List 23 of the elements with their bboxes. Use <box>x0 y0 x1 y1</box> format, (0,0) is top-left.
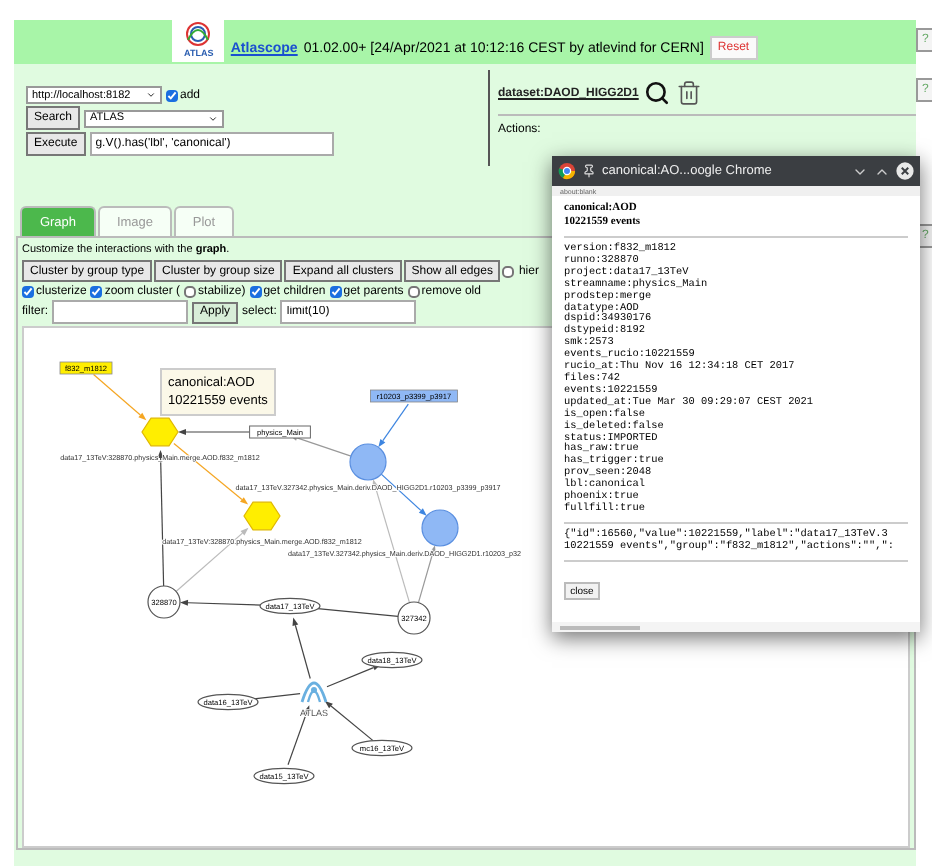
checkbox[interactable] <box>249 286 262 298</box>
edge-arrow <box>378 403 409 448</box>
hexagon-node[interactable] <box>243 501 281 531</box>
dataset-node[interactable] <box>349 443 387 481</box>
close-icon[interactable] <box>896 162 914 180</box>
checkbox[interactable] <box>90 286 103 298</box>
checkbox[interactable] <box>407 286 420 298</box>
edge-arrow <box>92 373 147 421</box>
search-icon[interactable] <box>644 80 671 106</box>
edge-arrow <box>324 700 374 741</box>
atlas-logo-icon <box>184 20 213 48</box>
checkbox[interactable] <box>329 286 342 298</box>
scrollbar[interactable] <box>552 622 920 632</box>
browser-logo-icon <box>558 162 576 180</box>
trash-icon[interactable] <box>676 80 703 106</box>
hexagon-node[interactable] <box>141 417 179 447</box>
checkbox[interactable] <box>166 89 178 101</box>
dataset-node[interactable] <box>421 509 459 547</box>
checkbox[interactable] <box>184 286 197 298</box>
pin-icon[interactable] <box>582 164 596 178</box>
checkbox[interactable] <box>502 265 515 277</box>
filter-field[interactable] <box>52 300 189 324</box>
checkbox[interactable] <box>22 286 34 298</box>
